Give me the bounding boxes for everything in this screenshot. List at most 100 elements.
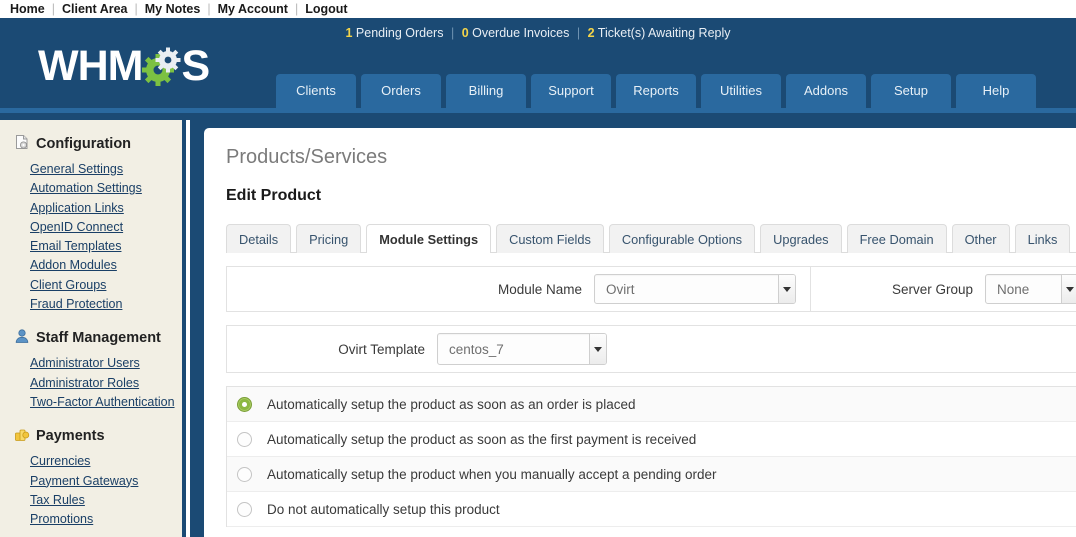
tab-free-domain[interactable]: Free Domain (846, 224, 947, 253)
ovirt-template-label: Ovirt Template (338, 341, 425, 357)
sidebar-item-currencies[interactable]: Currencies (30, 452, 182, 471)
sidebar-group-staff-management: Staff Management Administrator Users Adm… (14, 328, 182, 412)
awaiting-tickets-label[interactable]: Ticket(s) Awaiting Reply (595, 26, 731, 40)
radio-first-payment[interactable] (237, 431, 252, 447)
sidebar-item-promotions[interactable]: Promotions (30, 510, 182, 529)
product-tabs: Details Pricing Module Settings Custom F… (226, 223, 1076, 253)
nav-tab-clients[interactable]: Clients (276, 74, 356, 108)
radio-label-manual-accept: Automatically setup the product when you… (267, 466, 717, 482)
radio-manual-accept[interactable] (237, 466, 252, 482)
sidebar-item-general-settings[interactable]: General Settings (30, 160, 182, 179)
tab-module-settings[interactable]: Module Settings (366, 224, 492, 253)
sidebar-item-client-groups[interactable]: Client Groups (30, 276, 182, 295)
server-group-label: Server Group (891, 281, 973, 297)
nav-tab-orders[interactable]: Orders (361, 74, 441, 108)
top-utility-bar: Home | Client Area | My Notes | My Accou… (0, 0, 1076, 18)
topbar-link-my-account[interactable]: My Account (211, 2, 295, 16)
sidebar-group-header: Staff Management (14, 328, 182, 348)
coins-icon (14, 426, 30, 446)
nav-tab-setup[interactable]: Setup (871, 74, 951, 108)
sidebar-item-application-links[interactable]: Application Links (30, 199, 182, 218)
header-bottom-rule (0, 113, 1076, 120)
radio-no-auto-setup[interactable] (237, 501, 252, 517)
sidebar-group-configuration: Configuration General Settings Automatio… (14, 134, 182, 314)
sidebar-item-administrator-users[interactable]: Administrator Users (30, 354, 182, 373)
sidebar-item-email-templates[interactable]: Email Templates (30, 237, 182, 256)
logo-text-suffix: S (181, 41, 210, 90)
sidebar-group-payments: Payments Currencies Payment Gateways Tax… (14, 426, 182, 529)
whmcs-logo[interactable]: WHM S (38, 41, 210, 90)
tab-links[interactable]: Links (1014, 224, 1071, 253)
sidebar-group-header: Payments (14, 426, 182, 446)
radio-row-manual-accept[interactable]: Automatically setup the product when you… (227, 457, 1076, 492)
nav-tab-addons[interactable]: Addons (786, 74, 866, 108)
chevron-down-icon[interactable] (1061, 275, 1076, 303)
radio-row-no-auto-setup[interactable]: Do not automatically setup this product (227, 492, 1076, 527)
module-name-select[interactable]: Ovirt (594, 274, 796, 304)
tab-details[interactable]: Details (226, 224, 292, 253)
sidebar-item-automation-settings[interactable]: Automation Settings (30, 179, 182, 198)
sidebar-item-fraud-protection[interactable]: Fraud Protection (30, 295, 182, 314)
sidebar-group-title: Staff Management (36, 330, 161, 347)
chevron-down-icon[interactable] (589, 334, 606, 364)
server-group-field-group: Server Group None (811, 267, 1076, 311)
sidebar-item-payment-gateways[interactable]: Payment Gateways (30, 472, 182, 491)
ovirt-template-value: centos_7 (449, 341, 504, 357)
page-title: Products/Services (226, 146, 388, 168)
sidebar-links-payments: Currencies Payment Gateways Tax Rules Pr… (14, 452, 182, 529)
tab-upgrades[interactable]: Upgrades (760, 224, 842, 253)
tab-custom-fields[interactable]: Custom Fields (496, 224, 604, 253)
sidebar-item-openid-connect[interactable]: OpenID Connect (30, 218, 182, 237)
tab-other[interactable]: Other (951, 224, 1010, 253)
ovirt-template-panel: Ovirt Template centos_7 (226, 325, 1076, 373)
content-panel: Products/Services Edit Product Details P… (204, 128, 1076, 537)
radio-label-order-placed: Automatically setup the product as soon … (267, 396, 636, 412)
sidebar-item-addon-modules[interactable]: Addon Modules (30, 256, 182, 275)
topbar-link-my-notes[interactable]: My Notes (138, 2, 208, 16)
radio-row-order-placed[interactable]: Automatically setup the product as soon … (227, 387, 1076, 422)
server-group-select[interactable]: None (985, 274, 1076, 304)
sidebar-item-tax-rules[interactable]: Tax Rules (30, 491, 182, 510)
nav-tab-support[interactable]: Support (531, 74, 611, 108)
header-notices: 1 Pending Orders | 0 Overdue Invoices | … (0, 26, 1076, 40)
nav-tab-utilities[interactable]: Utilities (701, 74, 781, 108)
topbar-link-home[interactable]: Home (10, 2, 52, 16)
sidebar-item-two-factor-authentication[interactable]: Two-Factor Authentication (30, 393, 182, 412)
sidebar-links-configuration: General Settings Automation Settings App… (14, 160, 182, 314)
tab-pricing[interactable]: Pricing (296, 224, 362, 253)
overdue-invoices-label[interactable]: Overdue Invoices (469, 26, 569, 40)
sidebar-group-header: Configuration (14, 134, 182, 154)
section-title: Edit Product (226, 187, 322, 204)
sidebar-links-staff-management: Administrator Users Administrator Roles … (14, 354, 182, 412)
chevron-down-icon[interactable] (778, 275, 795, 303)
radio-row-first-payment[interactable]: Automatically setup the product as soon … (227, 422, 1076, 457)
nav-tab-billing[interactable]: Billing (446, 74, 526, 108)
pending-orders-label[interactable]: Pending Orders (352, 26, 444, 40)
radio-label-first-payment: Automatically setup the product as soon … (267, 431, 697, 447)
sidebar-group-title: Payments (36, 428, 105, 445)
sidebar: Configuration General Settings Automatio… (0, 120, 186, 537)
sidebar-item-administrator-roles[interactable]: Administrator Roles (30, 374, 182, 393)
topbar-link-logout[interactable]: Logout (298, 2, 354, 16)
module-name-panel: Module Name Ovirt Server Group None (226, 266, 1076, 312)
nav-tab-reports[interactable]: Reports (616, 74, 696, 108)
page-gear-icon (14, 134, 30, 154)
auto-setup-options: Automatically setup the product as soon … (226, 386, 1076, 527)
nav-tab-help[interactable]: Help (956, 74, 1036, 108)
tab-configurable-options[interactable]: Configurable Options (608, 224, 756, 253)
user-icon (14, 328, 30, 348)
ovirt-template-field-group: Ovirt Template centos_7 (227, 333, 1076, 365)
main-navigation: Clients Orders Billing Support Reports U… (276, 74, 1036, 108)
ovirt-template-select[interactable]: centos_7 (437, 333, 607, 365)
topbar-link-client-area[interactable]: Client Area (55, 2, 135, 16)
awaiting-tickets-count: 2 (587, 26, 595, 40)
server-group-value: None (997, 281, 1030, 297)
module-name-label: Module Name (497, 281, 582, 297)
sidebar-group-title: Configuration (36, 136, 132, 152)
module-name-field-group: Module Name Ovirt (227, 267, 811, 311)
app-header: WHM S 1 Pending Orders | 0 Overdue Invoi… (0, 18, 1076, 108)
notice-separator: | (576, 26, 581, 40)
page-body: Configuration General Settings Automatio… (0, 120, 1076, 537)
radio-order-placed[interactable] (237, 396, 252, 412)
overdue-invoices-count: 0 (461, 26, 469, 40)
